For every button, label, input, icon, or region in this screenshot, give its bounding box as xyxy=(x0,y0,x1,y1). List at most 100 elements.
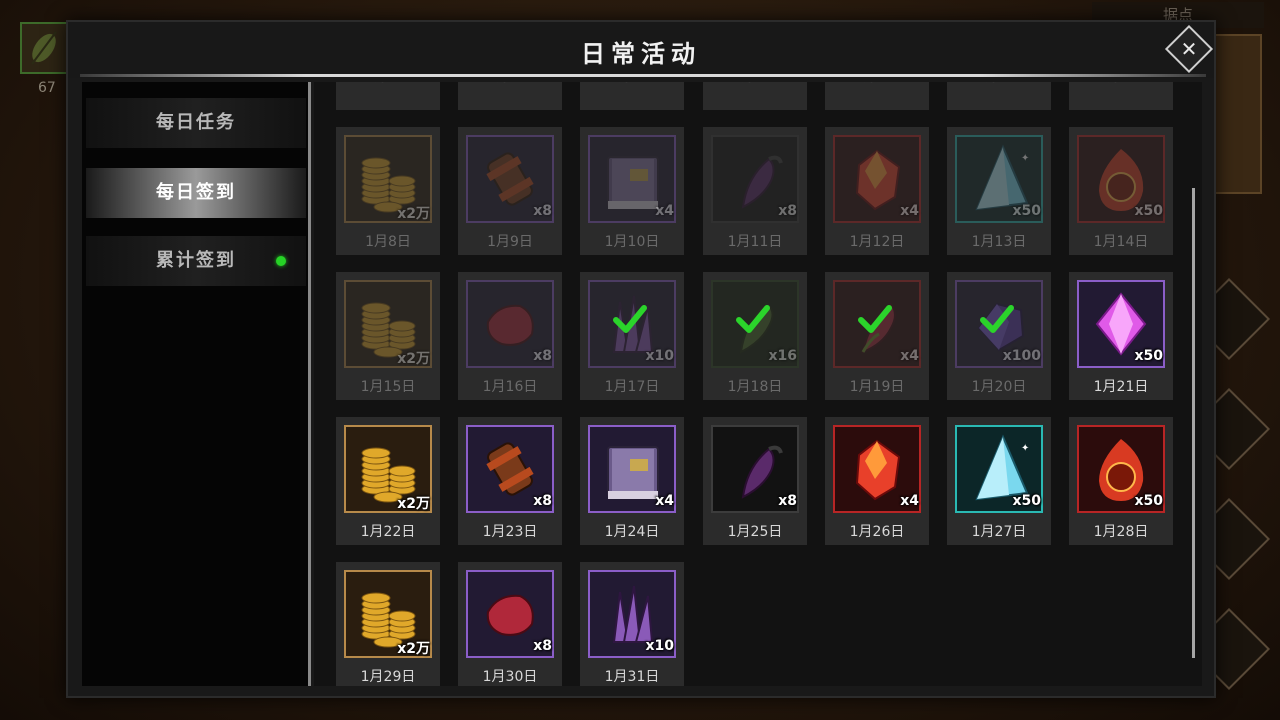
reward-quantity: x50 xyxy=(1134,493,1163,509)
side-panel-frame xyxy=(1214,34,1262,194)
reward-cell[interactable]: x2万 1月8日 xyxy=(336,127,440,255)
reward-grid: 1月1日 1月2日 1月3日 1月4日 1月5日 1月6日 1月7日 x2万 1月8日 x8… xyxy=(314,82,1202,686)
reward-day-label: 1月27日 xyxy=(971,524,1027,540)
claimed-check-icon xyxy=(977,300,1017,340)
reward-cell[interactable]: x2万 1月29日 xyxy=(336,562,440,686)
reward-cell[interactable]: x8 1月30日 xyxy=(458,562,562,686)
header-divider xyxy=(80,74,1206,77)
reward-day-label: 1月23日 xyxy=(482,524,538,540)
reward-day-label: 1月10日 xyxy=(604,234,660,250)
reward-cell[interactable]: x50 1月28日 xyxy=(1069,417,1173,545)
reward-cell[interactable]: x8 1月16日 xyxy=(458,272,562,400)
sidebar-divider xyxy=(308,82,311,686)
reward-cell[interactable]: x2万 1月15日 xyxy=(336,272,440,400)
reward-cell[interactable]: 1月6日 xyxy=(947,82,1051,110)
modal-header: 日常活动 ✕ xyxy=(68,22,1214,78)
reward-day-label: 1月29日 xyxy=(360,669,416,685)
tab-label: 每日任务 xyxy=(156,112,236,133)
tab-cumulative-signin[interactable]: 累计签到 xyxy=(86,236,306,286)
reward-quantity: x50 xyxy=(1134,203,1163,219)
reward-cell[interactable]: x4 1月19日 xyxy=(825,272,929,400)
reward-cell[interactable]: x16 1月18日 xyxy=(703,272,807,400)
reward-cell[interactable]: x8 1月11日 xyxy=(703,127,807,255)
reward-cell[interactable]: x100 1月20日 xyxy=(947,272,1051,400)
reward-day-label: 1月16日 xyxy=(482,379,538,395)
reward-quantity: x50 xyxy=(1012,493,1041,509)
notification-dot xyxy=(276,256,286,266)
claimed-check-icon xyxy=(855,300,895,340)
reward-cell[interactable]: x8 1月25日 xyxy=(703,417,807,545)
tab-label: 累计签到 xyxy=(156,250,236,271)
reward-day-label: 1月8日 xyxy=(365,234,411,250)
reward-day-label: 1月30日 xyxy=(482,669,538,685)
reward-quantity: x100 xyxy=(1002,348,1041,364)
reward-day-label: 1月25日 xyxy=(727,524,783,540)
reward-quantity: x2万 xyxy=(397,496,430,512)
reward-cell[interactable]: ✦ x50 1月13日 xyxy=(947,127,1051,255)
reward-day-label: 1月9日 xyxy=(487,234,533,250)
reward-cell[interactable]: x10 1月31日 xyxy=(580,562,684,686)
reward-cell[interactable]: x10 1月17日 xyxy=(580,272,684,400)
reward-quantity: x2万 xyxy=(397,641,430,657)
reward-day-label: 1月12日 xyxy=(849,234,905,250)
reward-quantity: x4 xyxy=(900,493,919,509)
svg-text:✦: ✦ xyxy=(1021,443,1029,454)
reward-quantity: x8 xyxy=(533,348,552,364)
reward-quantity: x10 xyxy=(645,638,674,654)
player-avatar[interactable] xyxy=(20,22,68,74)
sidebar: 每日任务 每日签到 累计签到 xyxy=(82,82,310,686)
reward-cell[interactable]: 1月1日 xyxy=(336,82,440,110)
reward-quantity: x16 xyxy=(768,348,797,364)
reward-day-label: 1月21日 xyxy=(1093,379,1149,395)
reward-cell[interactable]: x4 1月12日 xyxy=(825,127,929,255)
reward-day-label: 1月20日 xyxy=(971,379,1027,395)
reward-quantity: x4 xyxy=(900,203,919,219)
reward-cell[interactable]: x50 1月21日 xyxy=(1069,272,1173,400)
reward-day-label: 1月19日 xyxy=(849,379,905,395)
reward-cell[interactable]: x4 1月10日 xyxy=(580,127,684,255)
reward-quantity: x2万 xyxy=(397,351,430,367)
reward-cell[interactable]: 1月2日 xyxy=(458,82,562,110)
reward-cell[interactable]: x4 1月24日 xyxy=(580,417,684,545)
reward-day-label: 1月24日 xyxy=(604,524,660,540)
reward-cell[interactable]: x4 1月26日 xyxy=(825,417,929,545)
reward-cell[interactable]: 1月7日 xyxy=(1069,82,1173,110)
reward-quantity: x4 xyxy=(655,203,674,219)
reward-day-label: 1月15日 xyxy=(360,379,416,395)
reward-cell[interactable]: 1月3日 xyxy=(580,82,684,110)
reward-quantity: x4 xyxy=(900,348,919,364)
reward-quantity: x8 xyxy=(778,203,797,219)
reward-day-label: 1月17日 xyxy=(604,379,660,395)
scrollbar[interactable] xyxy=(1192,188,1195,658)
reward-day-label: 1月2日 xyxy=(458,82,562,86)
daily-activity-modal: 日常活动 ✕ 每日任务 每日签到 累计签到 1月1日1月2日1月3日1月4日1月… xyxy=(66,20,1216,698)
reward-quantity: x50 xyxy=(1134,348,1163,364)
reward-day-label: 1月1日 xyxy=(336,82,440,86)
leaf-icon xyxy=(31,31,57,65)
reward-day-label: 1月18日 xyxy=(727,379,783,395)
tab-daily-signin[interactable]: 每日签到 xyxy=(86,168,306,218)
reward-cell[interactable]: x8 1月9日 xyxy=(458,127,562,255)
reward-day-label: 1月13日 xyxy=(971,234,1027,250)
reward-quantity: x50 xyxy=(1012,203,1041,219)
claimed-check-icon xyxy=(733,300,773,340)
reward-cell[interactable]: ✦ x50 1月27日 xyxy=(947,417,1051,545)
svg-text:✦: ✦ xyxy=(1021,153,1029,164)
reward-cell[interactable]: 1月4日 xyxy=(703,82,807,110)
reward-quantity: x10 xyxy=(645,348,674,364)
reward-day-label: 1月6日 xyxy=(947,82,1051,86)
reward-cell[interactable]: 1月5日 xyxy=(825,82,929,110)
reward-day-label: 1月26日 xyxy=(849,524,905,540)
reward-cell[interactable]: x8 1月23日 xyxy=(458,417,562,545)
claimed-check-icon xyxy=(610,300,650,340)
reward-cell[interactable]: x2万 1月22日 xyxy=(336,417,440,545)
player-level: 67 xyxy=(38,80,56,96)
reward-day-label: 1月4日 xyxy=(703,82,807,86)
reward-cell[interactable]: x50 1月14日 xyxy=(1069,127,1173,255)
reward-quantity: x8 xyxy=(533,203,552,219)
reward-day-label: 1月28日 xyxy=(1093,524,1149,540)
tab-daily-tasks[interactable]: 每日任务 xyxy=(86,98,306,148)
reward-quantity: x8 xyxy=(533,638,552,654)
reward-day-label: 1月11日 xyxy=(727,234,783,250)
reward-day-label: 1月3日 xyxy=(580,82,684,86)
